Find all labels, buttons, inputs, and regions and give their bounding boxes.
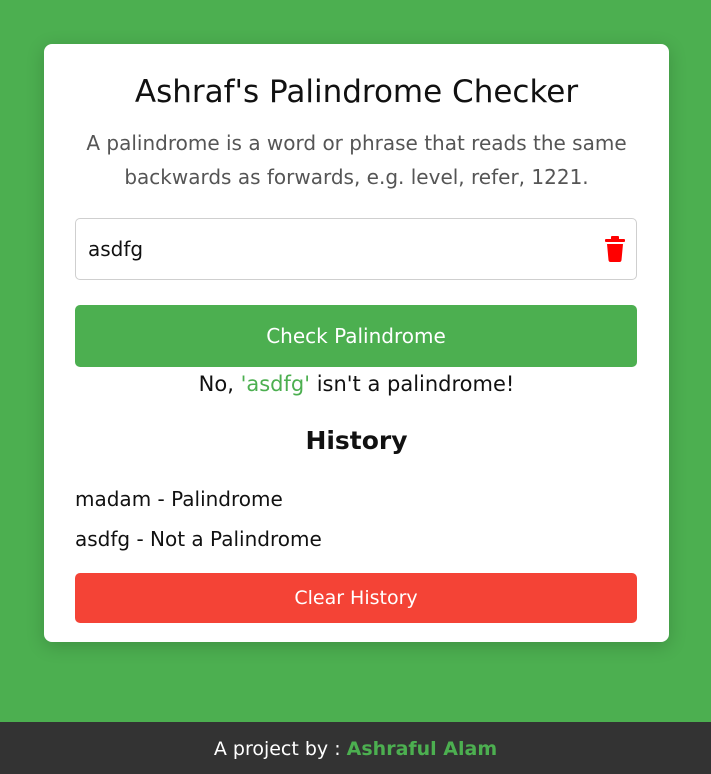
palindrome-card: Ashraf's Palindrome Checker A palindrome… (44, 44, 669, 642)
check-palindrome-button[interactable]: Check Palindrome (75, 305, 637, 367)
history-list: madam - Palindrome asdfg - Not a Palindr… (75, 479, 637, 559)
clear-history-button[interactable]: Clear History (75, 573, 637, 623)
result-word: 'asdfg' (240, 372, 311, 396)
result-prefix: No, (198, 372, 241, 396)
history-title: History (305, 426, 408, 455)
trash-icon[interactable] (604, 236, 626, 262)
result-suffix: isn't a palindrome! (310, 372, 515, 396)
footer: A project by : Ashraful Alam (0, 722, 711, 774)
word-input-container (75, 218, 637, 280)
result-message: No, 'asdfg' isn't a palindrome! (44, 372, 669, 396)
history-item: madam - Palindrome (75, 487, 283, 511)
history-item: asdfg - Not a Palindrome (75, 527, 322, 551)
footer-prefix: A project by : (213, 738, 347, 760)
page-title: Ashraf's Palindrome Checker (134, 74, 579, 110)
author-name: Ashraful Alam (346, 738, 498, 760)
word-input[interactable] (76, 219, 586, 279)
description: A palindrome is a word or phrase that re… (86, 131, 627, 189)
